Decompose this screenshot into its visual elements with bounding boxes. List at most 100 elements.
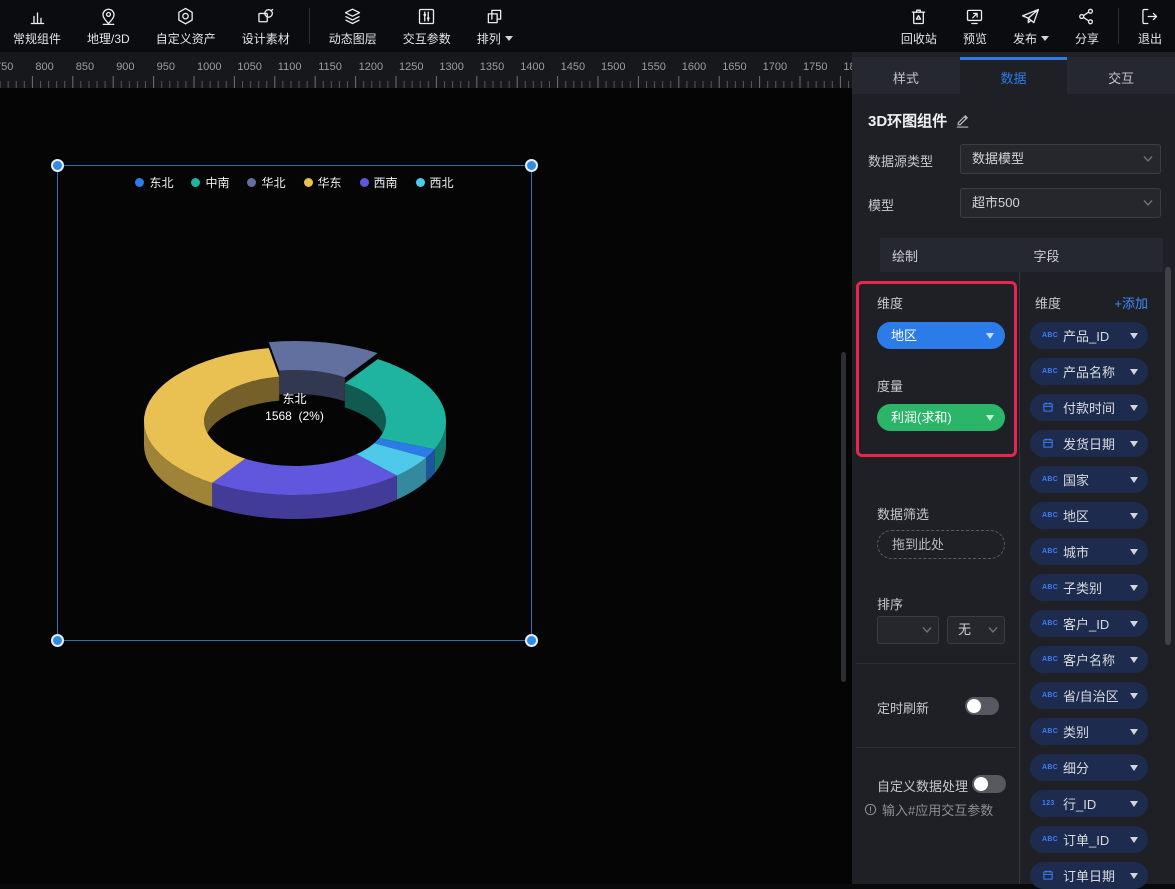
chart-component-selection[interactable]: 东北 中南 华北 华东 西南 西北 东北 1568 (2%) xyxy=(57,165,532,641)
toolbar-button-share[interactable]: 分享 xyxy=(1062,0,1112,52)
select-模型[interactable]: 超市500 xyxy=(960,188,1161,218)
timed-refresh-toggle[interactable] xyxy=(965,697,999,715)
toolbar-button-dynamic-layers[interactable]: 动态图层 xyxy=(316,0,390,52)
toolbar-button-custom-assets[interactable]: 自定义资产 xyxy=(143,0,229,52)
resize-handle-top-right[interactable] xyxy=(525,159,538,172)
sort-order-select[interactable]: 无 xyxy=(947,616,1005,644)
toolbar-button-exit[interactable]: 退出 xyxy=(1125,0,1175,52)
chevron-down-icon xyxy=(1130,729,1138,735)
abc-type-icon: ABC xyxy=(1042,764,1056,771)
field-pill-类别[interactable]: ABC类别 xyxy=(1030,718,1148,745)
legend-item[interactable]: 东北 xyxy=(135,174,173,191)
field-pill-行_ID[interactable]: 123行_ID xyxy=(1030,790,1148,817)
design-canvas[interactable]: 东北 中南 华北 华东 西南 西北 东北 1568 (2%) xyxy=(0,88,852,884)
panel-tab-样式[interactable]: 样式 xyxy=(852,57,960,94)
toolbar-button-publish[interactable]: 发布 xyxy=(1000,0,1062,52)
svg-text:1100: 1100 xyxy=(278,61,302,73)
legend-dot-icon xyxy=(304,178,313,187)
recycle-bin-icon xyxy=(908,6,929,27)
toolbar-button-design-materials[interactable]: 设计素材 xyxy=(229,0,303,52)
custom-processing-label: 自定义数据处理 xyxy=(877,776,968,795)
sort-field-select[interactable] xyxy=(877,616,939,644)
select-value: 数据模型 xyxy=(972,151,1024,166)
chevron-down-icon xyxy=(1130,801,1138,807)
resize-handle-bottom-left[interactable] xyxy=(51,634,64,647)
subtab-绘制[interactable]: 绘制 xyxy=(880,246,1022,265)
dynamic-layers-icon xyxy=(342,6,363,27)
legend-label: 华北 xyxy=(261,174,285,191)
measure-pill[interactable]: 利润(求和) xyxy=(877,404,1005,431)
field-pill-订单_ID[interactable]: ABC订单_ID xyxy=(1030,826,1148,853)
chevron-down-icon xyxy=(1130,549,1138,555)
dimension-pill[interactable]: 地区 xyxy=(877,322,1005,349)
toolbar-button-preview[interactable]: 预览 xyxy=(950,0,1000,52)
fields-dimension-label: 维度 xyxy=(1035,293,1061,312)
resize-handle-top-left[interactable] xyxy=(51,159,64,172)
field-pill-客户_ID[interactable]: ABC客户_ID xyxy=(1030,610,1148,637)
panel-tab-数据[interactable]: 数据 xyxy=(960,57,1068,94)
interaction-hint: 输入#应用交互参数 xyxy=(882,800,993,819)
legend-item[interactable]: 华东 xyxy=(304,174,342,191)
edit-title-icon[interactable] xyxy=(955,113,970,128)
add-field-link[interactable]: +添加 xyxy=(1114,293,1148,312)
form-row-label: 模型 xyxy=(868,195,894,214)
calendar-icon xyxy=(1042,401,1056,415)
field-pill-产品名称[interactable]: ABC产品名称 xyxy=(1030,358,1148,385)
custom-processing-toggle[interactable] xyxy=(972,775,1006,793)
chart-legend: 东北 中南 华北 华东 西南 西北 xyxy=(58,174,531,191)
svg-text:850: 850 xyxy=(76,61,94,73)
panel-scrollbar[interactable] xyxy=(1165,267,1171,645)
field-pill-订单日期[interactable]: 订单日期 xyxy=(1030,862,1148,889)
field-pill-产品_ID[interactable]: ABC产品_ID xyxy=(1030,322,1148,349)
select-数据源类型[interactable]: 数据模型 xyxy=(960,144,1161,174)
chart-center-label: 东北 1568 (2%) xyxy=(58,391,531,425)
design-materials-icon xyxy=(255,6,276,27)
settings-panel: 样式数据交互 3D环图组件 数据源类型数据模型模型超市500 绘制字段 维度 地… xyxy=(852,52,1175,884)
field-pill-发货日期[interactable]: 发货日期 xyxy=(1030,430,1148,457)
toolbar-button-label: 常规组件 xyxy=(13,30,61,47)
toolbar-button-label: 分享 xyxy=(1075,30,1099,47)
svg-text:1500: 1500 xyxy=(601,61,625,73)
center-label-name: 东北 xyxy=(58,391,531,408)
subtab-字段[interactable]: 字段 xyxy=(1022,246,1164,265)
chevron-down-icon xyxy=(988,626,998,634)
toolbar-separator xyxy=(309,8,310,44)
filter-drop-zone[interactable]: 拖到此处 xyxy=(877,530,1005,559)
toolbar-button-geo-3d[interactable]: 地理/3D xyxy=(74,0,143,52)
field-name: 产品_ID xyxy=(1063,326,1123,345)
legend-item[interactable]: 西北 xyxy=(416,174,454,191)
legend-item[interactable]: 西南 xyxy=(360,174,398,191)
legend-dot-icon xyxy=(191,178,200,187)
panel-tab-bar: 样式数据交互 xyxy=(852,57,1175,94)
chevron-down-icon xyxy=(1041,36,1049,41)
field-name: 发货日期 xyxy=(1063,434,1123,453)
legend-item[interactable]: 中南 xyxy=(191,174,229,191)
svg-text:1000: 1000 xyxy=(197,61,221,73)
field-pill-城市[interactable]: ABC城市 xyxy=(1030,538,1148,565)
field-pill-省/自治区[interactable]: ABC省/自治区 xyxy=(1030,682,1148,709)
toolbar-button-arrange[interactable]: 排列 xyxy=(464,0,526,52)
field-pill-付款时间[interactable]: 付款时间 xyxy=(1030,394,1148,421)
legend-item[interactable]: 华北 xyxy=(247,174,285,191)
resize-handle-bottom-right[interactable] xyxy=(525,634,538,647)
field-name: 客户名称 xyxy=(1063,650,1123,669)
field-pill-细分[interactable]: ABC细分 xyxy=(1030,754,1148,781)
panel-tab-交互[interactable]: 交互 xyxy=(1067,57,1175,94)
field-name: 产品名称 xyxy=(1063,362,1123,381)
toolbar-button-interaction-params[interactable]: 交互参数 xyxy=(390,0,464,52)
field-pill-子类别[interactable]: ABC子类别 xyxy=(1030,574,1148,601)
chevron-down-icon xyxy=(1130,693,1138,699)
toolbar-button-recycle-bin[interactable]: 回收站 xyxy=(888,0,950,52)
toolbar-button-chart-components[interactable]: 常规组件 xyxy=(0,0,74,52)
field-pill-客户名称[interactable]: ABC 客户名称 xyxy=(1030,646,1148,673)
chevron-down-icon xyxy=(1130,873,1138,879)
toolbar-button-label: 排列 xyxy=(477,30,501,47)
preview-icon xyxy=(964,6,985,27)
field-pill-国家[interactable]: ABC国家 xyxy=(1030,466,1148,493)
chevron-down-icon xyxy=(1130,837,1138,843)
abc-type-icon: ABC xyxy=(1042,656,1056,663)
field-pill-地区[interactable]: ABC地区 xyxy=(1030,502,1148,529)
canvas-scrollbar[interactable] xyxy=(841,352,846,682)
abc-type-icon: ABC xyxy=(1042,548,1056,555)
toolbar-button-label: 地理/3D xyxy=(87,30,130,47)
